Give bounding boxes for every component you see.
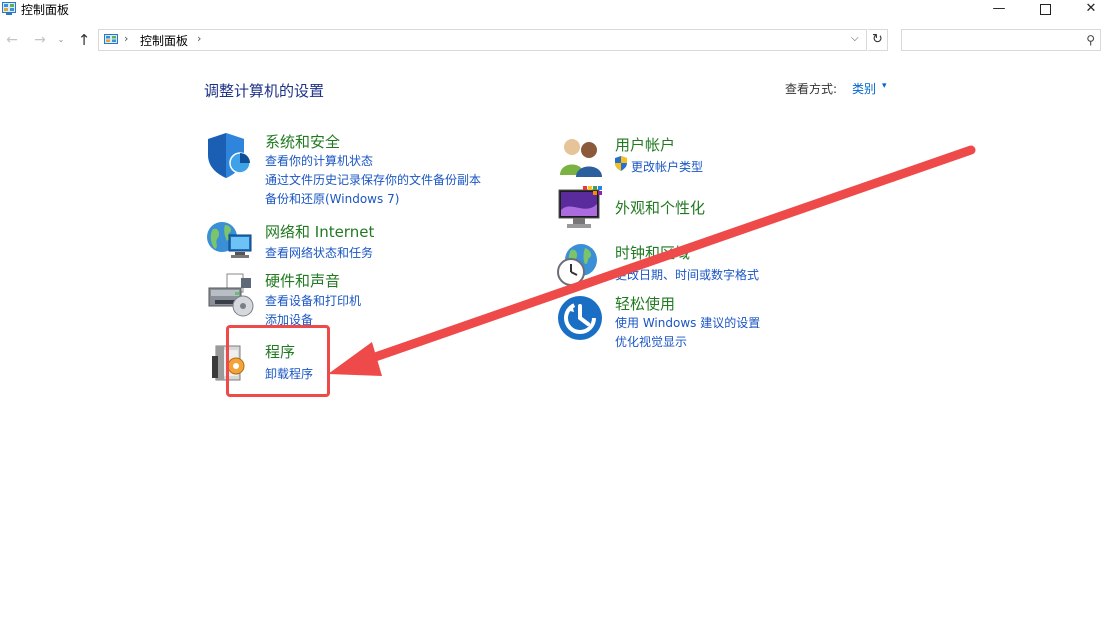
annotation-arrow xyxy=(328,145,976,376)
